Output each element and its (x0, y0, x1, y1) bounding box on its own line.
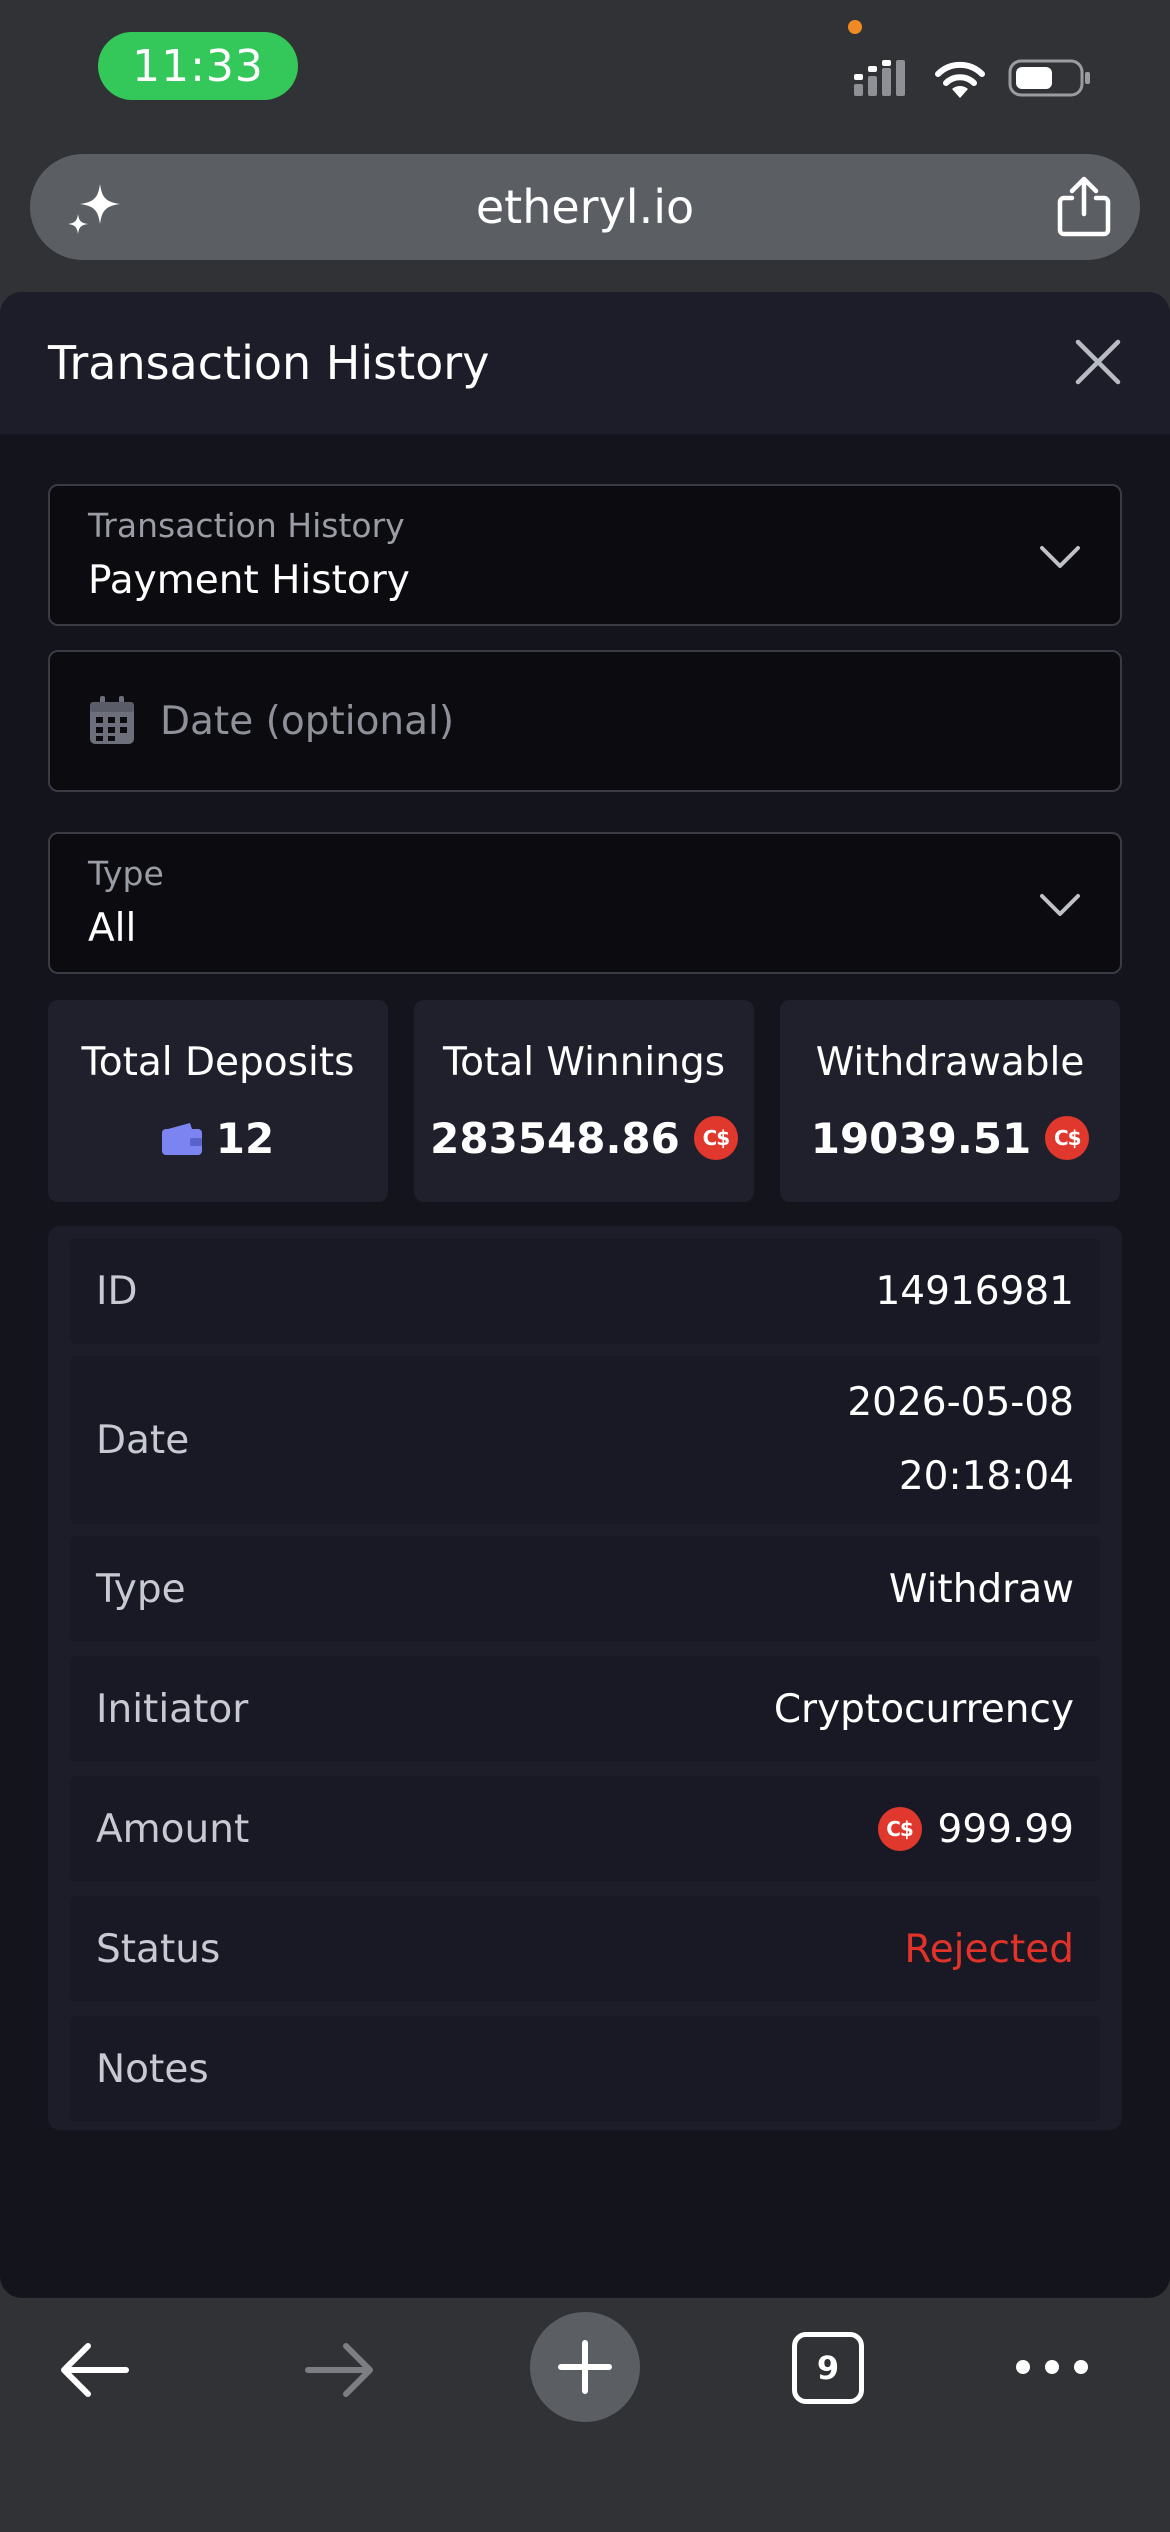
transaction-amount-value: 999.99 (937, 1806, 1074, 1852)
modal-header: Transaction History (0, 292, 1170, 434)
history-type-select[interactable]: Transaction History Payment History (48, 484, 1122, 626)
stat-value: 19039.51 C$ (780, 1108, 1120, 1168)
table-row: Initiator Cryptocurrency (70, 1656, 1100, 1762)
stat-card-withdrawable: Withdrawable 19039.51 C$ (780, 1000, 1120, 1202)
transaction-amount: C$ 999.99 (877, 1776, 1074, 1882)
row-label: ID (96, 1268, 138, 1314)
stat-label: Withdrawable (815, 1040, 1085, 1085)
transaction-date: 2026-05-08 20:18:04 (847, 1356, 1074, 1524)
currency-icon: C$ (1045, 1116, 1090, 1160)
transaction-history-modal: Transaction History Transaction History … (0, 292, 1170, 2298)
transaction-date-day: 2026-05-08 (847, 1380, 1074, 1425)
row-label: Amount (96, 1806, 250, 1852)
forward-arrow-icon[interactable] (304, 2340, 376, 2400)
wifi-icon (935, 61, 985, 98)
share-icon[interactable] (1054, 176, 1114, 238)
transaction-details: ID 14916981 Date 2026-05-08 20:18:04 Typ… (48, 1226, 1122, 2130)
table-row: Type Withdraw (70, 1536, 1100, 1642)
table-row: Notes (70, 2016, 1100, 2122)
plus-icon (558, 2340, 612, 2394)
type-select[interactable]: Type All (48, 832, 1122, 974)
browser-toolbar: 9 (0, 2298, 1170, 2532)
wallet-icon (161, 1123, 202, 1155)
back-arrow-icon[interactable] (58, 2340, 130, 2400)
currency-icon: C$ (877, 1807, 922, 1851)
calendar-icon (90, 696, 134, 744)
address-bar[interactable]: etheryl.io (30, 154, 1140, 260)
withdrawable-value: 19039.51 (810, 1113, 1032, 1163)
close-icon[interactable] (1074, 338, 1122, 386)
stat-label: Total Deposits (81, 1040, 355, 1085)
row-label: Initiator (96, 1686, 249, 1732)
stat-value: 283548.86 C$ (414, 1108, 754, 1168)
currency-icon: C$ (693, 1116, 738, 1160)
status-badge: Rejected (904, 1926, 1074, 1972)
date-input-placeholder: Date (optional) (160, 698, 455, 744)
type-select-value: All (88, 906, 137, 951)
more-icon[interactable] (1014, 2354, 1090, 2380)
transaction-date-time: 20:18:04 (898, 1454, 1074, 1499)
status-bar: 11:33 (0, 0, 1170, 140)
stat-label: Total Winnings (442, 1040, 726, 1085)
chevron-down-icon (1040, 894, 1080, 916)
table-row: ID 14916981 (70, 1238, 1100, 1344)
row-label: Date (96, 1417, 190, 1463)
history-select-label: Transaction History (88, 506, 405, 545)
new-tab-button[interactable] (530, 2312, 640, 2422)
row-label: Notes (96, 2046, 209, 2092)
table-row: Amount C$ 999.99 (70, 1776, 1100, 1882)
tabs-button[interactable]: 9 (792, 2332, 864, 2404)
date-input[interactable]: Date (optional) (48, 650, 1122, 792)
stat-card-total-deposits: Total Deposits 12 (48, 1000, 388, 1202)
total-deposits-value: 12 (215, 1113, 275, 1163)
total-winnings-value: 283548.86 (430, 1113, 680, 1163)
stat-value: 12 (48, 1108, 388, 1168)
modal-title: Transaction History (48, 336, 490, 390)
battery-icon (1008, 59, 1090, 97)
history-select-value: Payment History (88, 558, 410, 603)
stat-card-total-winnings: Total Winnings 283548.86 C$ (414, 1000, 754, 1202)
url-text[interactable]: etheryl.io (30, 154, 1140, 260)
type-select-label: Type (88, 854, 164, 893)
chevron-down-icon (1040, 546, 1080, 568)
table-row: Status Rejected (70, 1896, 1100, 2002)
row-label: Status (96, 1926, 221, 1972)
table-row: Date 2026-05-08 20:18:04 (70, 1356, 1100, 1524)
transaction-initiator: Cryptocurrency (773, 1686, 1074, 1732)
transaction-id: 14916981 (875, 1268, 1074, 1314)
signal-icon (854, 60, 905, 96)
privacy-indicator (848, 20, 862, 34)
transaction-type: Withdraw (888, 1566, 1074, 1612)
status-time: 11:33 (98, 32, 298, 100)
row-label: Type (96, 1566, 186, 1612)
